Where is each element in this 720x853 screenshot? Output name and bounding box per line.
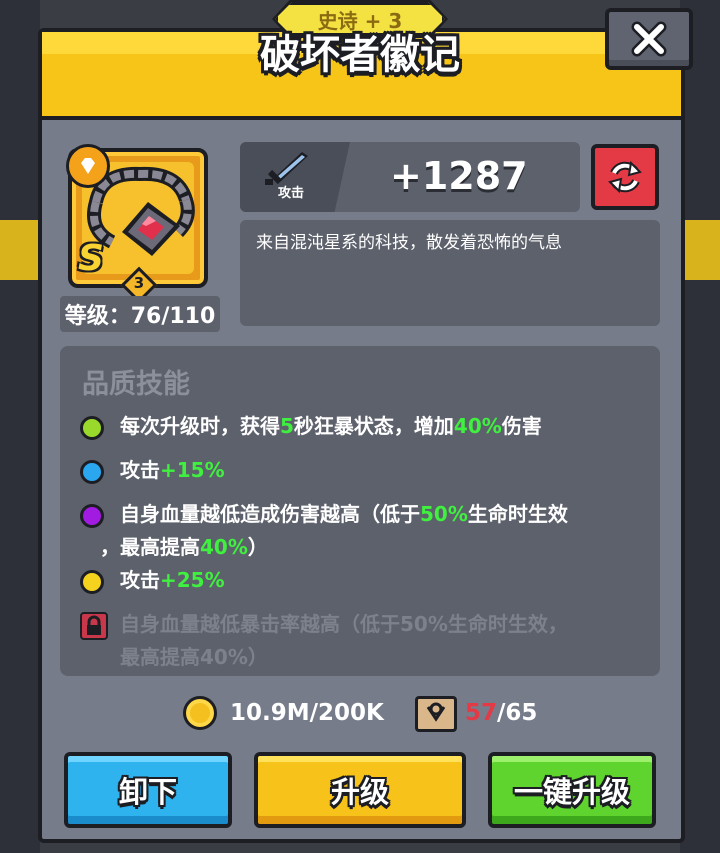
- skill-text-part: ）: [247, 535, 268, 559]
- skill-text: 自身血量越低造成伤害越高（低于50%生命时生效: [120, 498, 568, 531]
- skill-text-part: 攻击: [120, 568, 160, 592]
- skill-dot-lime: [80, 416, 104, 440]
- skill-text-part: 伤害: [501, 414, 542, 438]
- upgrade-all-button[interactable]: 一键升级: [488, 752, 656, 828]
- upgrade-cost-bar: 10.9M/200K 57/65: [0, 696, 720, 736]
- skill-text-part: 攻击: [120, 458, 160, 482]
- skill-dot-blue: [80, 460, 104, 484]
- item-level: 等级：76/110: [60, 296, 220, 332]
- scroll-amount: 57/65: [465, 700, 537, 726]
- close-icon: [631, 21, 667, 57]
- unequip-label: 卸下: [118, 775, 177, 809]
- coin-icon: [183, 696, 217, 730]
- quality-skills-box: 品质技能 每次升级时，获得5秒狂暴状态，增加40%伤害 攻击+15% 自身血量越…: [60, 346, 660, 676]
- stat-box: 攻击 +1287: [240, 142, 580, 212]
- grade-label: S: [78, 238, 104, 279]
- skill-text-part: 秒狂暴状态，增加: [293, 414, 454, 438]
- skill-highlight: +25%: [160, 568, 225, 592]
- skill-text: 每次升级时，获得5秒狂暴状态，增加40%伤害: [120, 410, 542, 443]
- stat-value: +1287: [390, 154, 528, 198]
- skill-text-part: ，最高提高: [100, 535, 200, 559]
- gem-icon: [81, 158, 95, 174]
- unequip-button[interactable]: 卸下: [64, 752, 232, 828]
- skill-text-line2: 最高提高40%）: [120, 645, 268, 669]
- skill-text: 攻击+15%: [120, 454, 225, 487]
- reroll-button[interactable]: [591, 144, 659, 210]
- skill-text-part: 每次升级时，获得: [120, 414, 280, 438]
- close-button[interactable]: [605, 8, 693, 70]
- scroll-need: /65: [497, 700, 538, 726]
- skill-highlight: 40%: [200, 535, 248, 559]
- skill-text-line2: ，最高提高40%）: [100, 531, 268, 564]
- reroll-icon: [608, 160, 642, 194]
- item-description: 来自混沌星系的科技，散发着恐怖的气息: [256, 233, 562, 253]
- lock-icon: [80, 612, 108, 640]
- background-stripe: [680, 220, 720, 280]
- skill-text: 攻击+25%: [120, 564, 225, 597]
- gold-amount: 10.9M/200K: [230, 700, 384, 726]
- star-level-number: 3: [133, 274, 145, 292]
- description-box: 来自混沌星系的科技，散发着恐怖的气息: [240, 220, 660, 326]
- upgrade-button[interactable]: 升级: [254, 752, 466, 828]
- favorite-badge: [66, 144, 110, 188]
- background-stripe: [0, 220, 40, 280]
- skill-text-part: 自身血量越低造成伤害越高（低于: [120, 502, 420, 526]
- skill-highlight: 5: [280, 414, 294, 438]
- skill-dot-yellow: [80, 570, 104, 594]
- skill-highlight: 40%: [453, 414, 502, 438]
- skill-highlight: 50%: [420, 502, 468, 526]
- upgrade-all-label: 一键升级: [513, 775, 630, 809]
- scroll-have: 57: [465, 700, 498, 726]
- skills-title: 品质技能: [82, 369, 190, 400]
- skill-highlight: +15%: [160, 458, 225, 482]
- upgrade-label: 升级: [330, 775, 389, 809]
- skill-text-part: 生命时生效: [467, 502, 568, 526]
- scroll-icon: [415, 696, 457, 732]
- skill-dot-purple: [80, 504, 104, 528]
- stat-name: 攻击: [278, 186, 305, 201]
- skill-text: 自身血量越低暴击率越高（低于50%生命时生效，: [120, 612, 568, 636]
